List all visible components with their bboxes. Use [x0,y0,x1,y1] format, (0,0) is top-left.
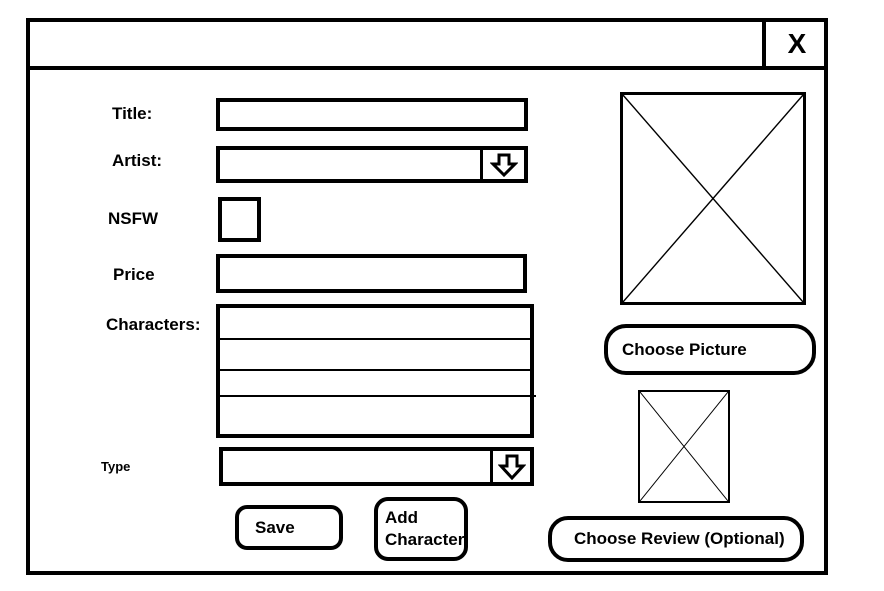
picture-preview [620,92,806,305]
type-label: Type [101,459,131,474]
title-label: Title: [112,104,153,123]
review-preview [638,390,730,503]
artist-dropdown[interactable] [216,146,528,183]
artist-dropdown-button[interactable] [480,150,524,179]
type-dropdown[interactable] [219,447,534,486]
characters-list[interactable] [216,304,536,438]
image-placeholder-icon [623,95,803,302]
close-icon: X [787,28,807,59]
nsfw-checkbox[interactable] [218,197,261,242]
price-label: Price [113,265,155,284]
title-input[interactable] [216,98,528,131]
list-row-divider [220,338,530,340]
down-arrow-icon [489,153,518,177]
list-row-divider [220,395,536,397]
price-input[interactable] [216,254,527,293]
type-dropdown-button[interactable] [490,451,530,482]
add-character-button[interactable]: Add Character [374,497,468,561]
title-bar-divider [26,66,828,70]
image-placeholder-icon [640,392,728,501]
nsfw-label: NSFW [108,209,159,228]
choose-picture-button[interactable]: Choose Picture [604,324,816,375]
artist-label: Artist: [112,151,163,170]
characters-label: Characters: [106,315,201,334]
save-button[interactable]: Save [235,505,343,550]
close-button[interactable]: X [762,18,828,70]
down-arrow-icon [497,454,526,480]
list-row-divider [220,369,530,371]
choose-review-button[interactable]: Choose Review (Optional) [548,516,804,562]
